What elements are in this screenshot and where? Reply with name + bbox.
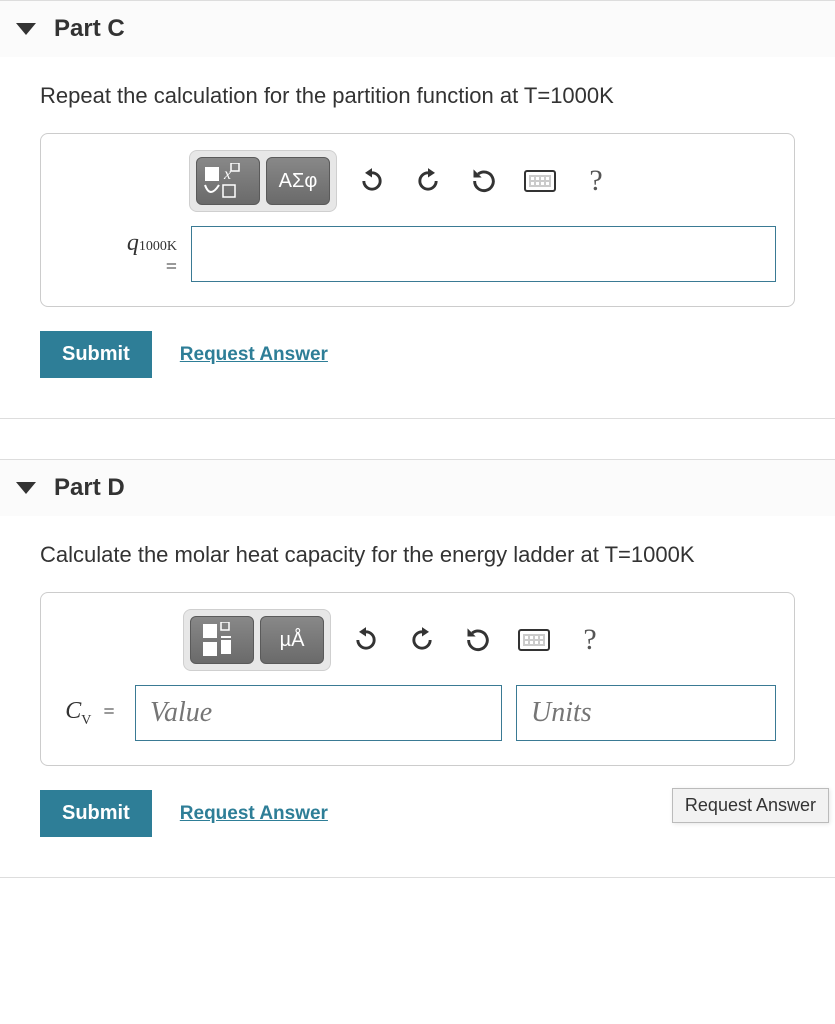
part-c-answer-card: x ΑΣφ (40, 133, 795, 307)
part-d-title: Part D (54, 474, 125, 502)
part-c-answer-input[interactable] (191, 226, 776, 282)
templates-icon: x (203, 163, 253, 199)
undo-button[interactable] (351, 160, 393, 202)
part-c-question: Repeat the calculation for the partition… (40, 83, 795, 109)
part-c-actions: Submit Request Answer (40, 331, 795, 378)
keyboard-button[interactable] (513, 619, 555, 661)
part-d: Part D Calculate the molar heat capacity… (0, 459, 835, 878)
format-tool-group: x ΑΣφ (189, 150, 337, 212)
part-c-body: Repeat the calculation for the partition… (0, 57, 835, 418)
lhs-eq: = (103, 701, 114, 723)
greek-label: ΑΣφ (279, 170, 318, 193)
reset-icon (464, 626, 492, 654)
keyboard-icon (524, 170, 556, 192)
part-d-formula-row: CV = (59, 685, 776, 741)
redo-button[interactable] (401, 619, 443, 661)
reset-icon (470, 167, 498, 195)
lhs-eq: = (59, 256, 177, 278)
redo-icon (414, 167, 442, 195)
units-label: µÅ (280, 629, 305, 652)
undo-icon (352, 626, 380, 654)
keyboard-icon (518, 629, 550, 651)
request-answer-tooltip: Request Answer (672, 788, 829, 823)
lhs-var: q (127, 230, 139, 256)
part-d-units-input[interactable] (516, 685, 776, 741)
lhs-sub: 1000K (139, 239, 177, 254)
keyboard-button[interactable] (519, 160, 561, 202)
format-tool-group: µÅ (183, 609, 331, 671)
templates-icon (197, 622, 247, 658)
undo-button[interactable] (345, 619, 387, 661)
part-d-lhs: CV = (59, 698, 121, 728)
part-c-header[interactable]: Part C (0, 1, 835, 57)
undo-icon (358, 167, 386, 195)
lhs-var: C (65, 698, 81, 724)
part-c-toolbar: x ΑΣφ (59, 150, 776, 212)
part-d-toolbar: µÅ ? (59, 609, 776, 671)
lhs-sub: V (81, 713, 91, 728)
part-d-submit-button[interactable]: Submit (40, 790, 152, 837)
redo-icon (408, 626, 436, 654)
part-d-question: Calculate the molar heat capacity for th… (40, 542, 795, 568)
collapse-icon (16, 23, 36, 35)
part-c: Part C Repeat the calculation for the pa… (0, 0, 835, 419)
part-d-request-answer-link[interactable]: Request Answer (180, 803, 328, 825)
reset-button[interactable] (463, 160, 505, 202)
section-gap (0, 419, 835, 459)
greek-button[interactable]: ΑΣφ (266, 157, 330, 205)
part-d-header[interactable]: Part D (0, 460, 835, 516)
part-c-submit-button[interactable]: Submit (40, 331, 152, 378)
reset-button[interactable] (457, 619, 499, 661)
part-d-answer-card: µÅ ? (40, 592, 795, 766)
part-c-lhs: q1000K = (59, 230, 177, 278)
help-icon: ? (583, 623, 596, 657)
part-d-value-input[interactable] (135, 685, 502, 741)
help-icon: ? (589, 164, 602, 198)
svg-text:x: x (223, 166, 231, 183)
redo-button[interactable] (407, 160, 449, 202)
help-button[interactable]: ? (569, 619, 611, 661)
help-button[interactable]: ? (575, 160, 617, 202)
units-button[interactable]: µÅ (260, 616, 324, 664)
part-c-formula-row: q1000K = (59, 226, 776, 282)
collapse-icon (16, 482, 36, 494)
templates-button[interactable]: x (196, 157, 260, 205)
part-c-request-answer-link[interactable]: Request Answer (180, 344, 328, 366)
templates-button[interactable] (190, 616, 254, 664)
part-c-title: Part C (54, 15, 125, 43)
